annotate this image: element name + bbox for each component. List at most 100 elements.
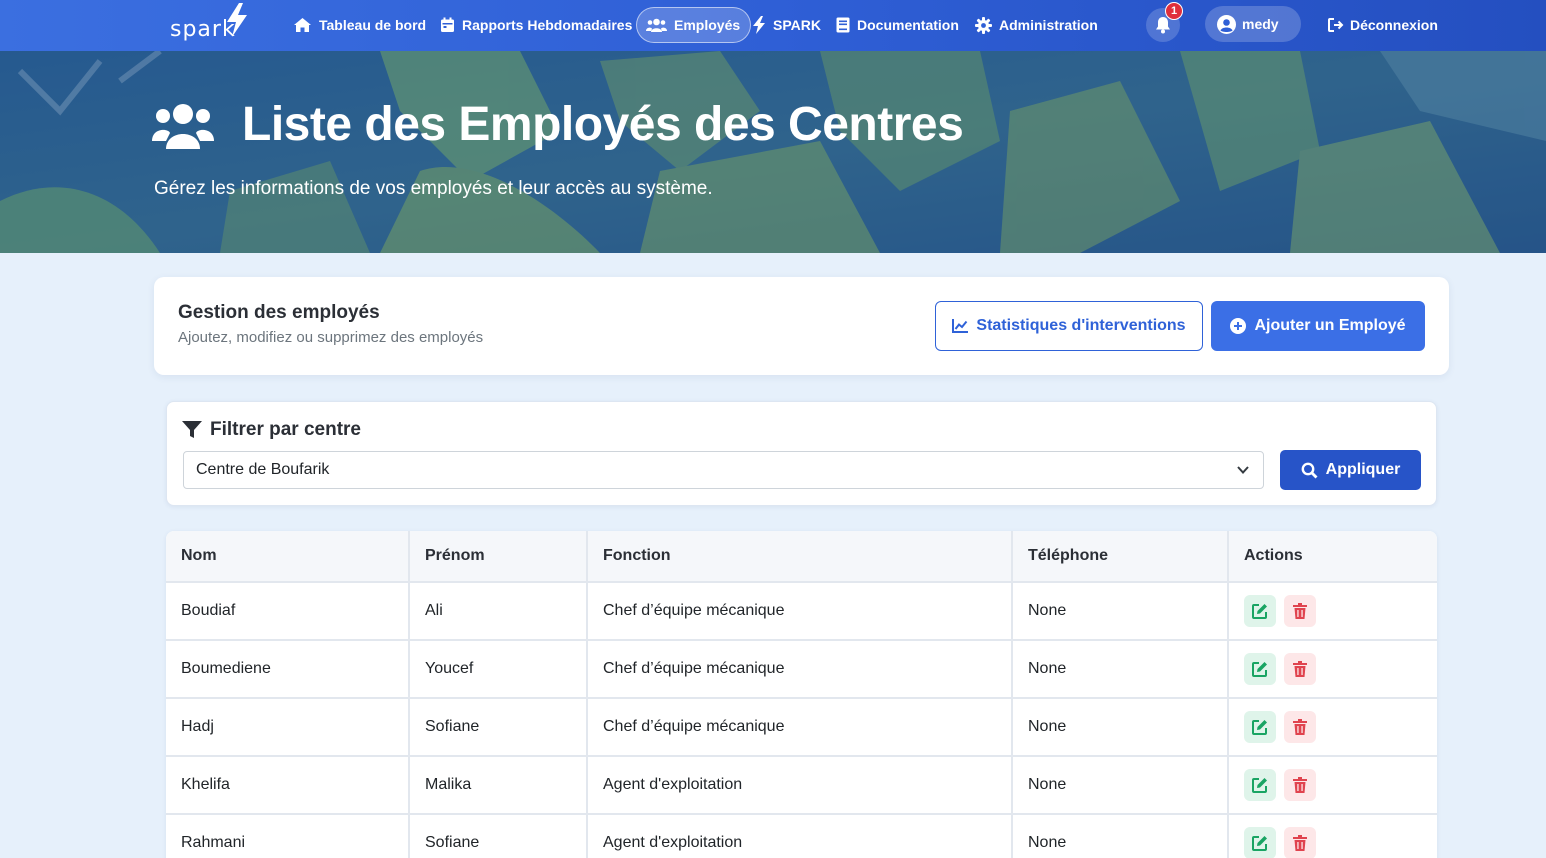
cell-prenom: Ali xyxy=(409,582,588,641)
nav-item-weekly-reports[interactable]: Rapports Hebdomadaires xyxy=(440,7,632,43)
cell-actions xyxy=(1228,640,1437,699)
cell-prenom: Sofiane xyxy=(409,698,588,757)
user-name: medy xyxy=(1242,16,1279,32)
delete-employee-button[interactable] xyxy=(1284,653,1316,685)
user-avatar-icon xyxy=(1217,14,1236,34)
add-button-label: Ajouter un Employé xyxy=(1254,317,1406,334)
cell-nom: Boumediene xyxy=(166,640,410,699)
column-header-fonction[interactable]: Fonction xyxy=(587,531,1013,583)
center-select[interactable]: Centre de Boufarik xyxy=(183,451,1264,489)
notification-badge: 1 xyxy=(1165,2,1183,20)
cell-nom: Boudiaf xyxy=(166,582,410,641)
table-row: Boumediene Youcef Chef d’équipe mécanique N… xyxy=(166,640,1437,699)
stats-button-label: Statistiques d'interventions xyxy=(976,317,1186,334)
delete-employee-button[interactable] xyxy=(1284,711,1316,743)
search-icon xyxy=(1301,462,1318,478)
bolt-icon xyxy=(753,16,765,34)
cell-telephone: None xyxy=(1012,814,1229,858)
edit-icon xyxy=(1252,778,1267,793)
edit-icon xyxy=(1252,720,1267,735)
cell-fonction: Chef d’équipe mécanique xyxy=(587,582,1013,641)
employee-management-card: Gestion des employés Ajoutez, modifiez o… xyxy=(154,277,1449,375)
nav-label: Administration xyxy=(999,17,1098,33)
edit-employee-button[interactable] xyxy=(1244,595,1276,627)
add-employee-button[interactable]: Ajouter un Employé xyxy=(1211,301,1425,351)
cell-telephone: None xyxy=(1012,756,1229,815)
row-actions xyxy=(1244,595,1437,627)
delete-employee-button[interactable] xyxy=(1284,769,1316,801)
notifications-button[interactable]: 1 xyxy=(1146,2,1183,42)
column-header-nom[interactable]: Nom xyxy=(166,531,410,583)
nav-label: Rapports Hebdomadaires xyxy=(462,17,633,33)
cell-fonction: Chef d’équipe mécanique xyxy=(587,698,1013,757)
cell-telephone: None xyxy=(1012,640,1229,699)
apply-button-label: Appliquer xyxy=(1325,461,1401,478)
edit-icon xyxy=(1252,662,1267,677)
cell-nom: Khelifa xyxy=(166,756,410,815)
logout-label: Déconnexion xyxy=(1350,17,1438,33)
edit-icon xyxy=(1252,836,1267,851)
row-actions xyxy=(1244,653,1437,685)
trash-icon xyxy=(1293,719,1307,735)
nav-item-documentation[interactable]: Documentation xyxy=(836,7,959,43)
nav-item-dashboard[interactable]: Tableau de bord xyxy=(293,7,426,43)
trash-icon xyxy=(1293,661,1307,677)
top-navbar: spark Tableau de bord Rapports Hebdomada… xyxy=(0,0,1546,51)
cell-fonction: Agent d'exploitation xyxy=(587,814,1013,858)
gear-icon xyxy=(975,16,992,34)
filter-icon xyxy=(182,421,202,438)
hero-background-image xyxy=(0,51,1546,253)
nav-item-spark[interactable]: SPARK xyxy=(752,7,821,43)
book-icon xyxy=(836,17,850,33)
filter-title: Filtrer par centre xyxy=(182,419,361,441)
calendar-icon xyxy=(441,17,454,32)
logo-bolt-icon xyxy=(227,3,247,37)
intervention-stats-button[interactable]: Statistiques d'interventions xyxy=(935,301,1203,351)
column-header-telephone[interactable]: Téléphone xyxy=(1012,531,1229,583)
nav-label: SPARK xyxy=(773,17,821,33)
edit-employee-button[interactable] xyxy=(1244,769,1276,801)
trash-icon xyxy=(1293,835,1307,851)
row-actions xyxy=(1244,711,1437,743)
logout-button[interactable]: Déconnexion xyxy=(1328,7,1438,43)
trash-icon xyxy=(1293,603,1307,619)
delete-employee-button[interactable] xyxy=(1284,827,1316,858)
column-header-prenom[interactable]: Prénom xyxy=(409,531,588,583)
column-header-actions: Actions xyxy=(1228,531,1437,583)
cell-prenom: Malika xyxy=(409,756,588,815)
user-menu-button[interactable]: medy xyxy=(1205,6,1301,42)
hero-banner: Liste des Employés des Centres Gérez les… xyxy=(0,51,1546,253)
nav-label: Documentation xyxy=(857,17,959,33)
row-actions xyxy=(1244,769,1437,801)
edit-employee-button[interactable] xyxy=(1244,711,1276,743)
table-row: Khelifa Malika Agent d'exploitation None xyxy=(166,756,1437,815)
cell-actions xyxy=(1228,814,1437,858)
table-row: Rahmani Sofiane Agent d'exploitation None xyxy=(166,814,1437,858)
page-title: Liste des Employés des Centres xyxy=(242,98,964,151)
cell-actions xyxy=(1228,582,1437,641)
apply-filter-button[interactable]: Appliquer xyxy=(1280,450,1421,490)
selected-center: Centre de Boufarik xyxy=(196,461,330,478)
users-icon xyxy=(646,18,667,32)
trash-icon xyxy=(1293,777,1307,793)
nav-item-administration[interactable]: Administration xyxy=(975,7,1098,43)
edit-employee-button[interactable] xyxy=(1244,653,1276,685)
delete-employee-button[interactable] xyxy=(1284,595,1316,627)
cell-actions xyxy=(1228,756,1437,815)
cell-fonction: Chef d’équipe mécanique xyxy=(587,640,1013,699)
nav-label: Tableau de bord xyxy=(319,17,427,33)
edit-icon xyxy=(1252,604,1267,619)
employees-table-container: Nom Prénom Fonction Téléphone Actions Bo… xyxy=(166,531,1437,858)
edit-employee-button[interactable] xyxy=(1244,827,1276,858)
nav-item-employees[interactable]: Employés xyxy=(636,7,752,43)
management-subtitle: Ajoutez, modifiez ou supprimez des emplo… xyxy=(178,329,484,346)
cell-nom: Hadj xyxy=(166,698,410,757)
table-row: Boudiaf Ali Chef d’équipe mécanique None xyxy=(166,582,1437,641)
management-title: Gestion des employés xyxy=(178,302,380,323)
home-icon xyxy=(294,18,311,32)
cell-fonction: Agent d'exploitation xyxy=(587,756,1013,815)
table-header-row: Nom Prénom Fonction Téléphone Actions xyxy=(166,531,1437,583)
spark-logo[interactable]: spark xyxy=(166,3,256,47)
row-actions xyxy=(1244,827,1437,858)
plus-circle-icon xyxy=(1230,318,1247,334)
